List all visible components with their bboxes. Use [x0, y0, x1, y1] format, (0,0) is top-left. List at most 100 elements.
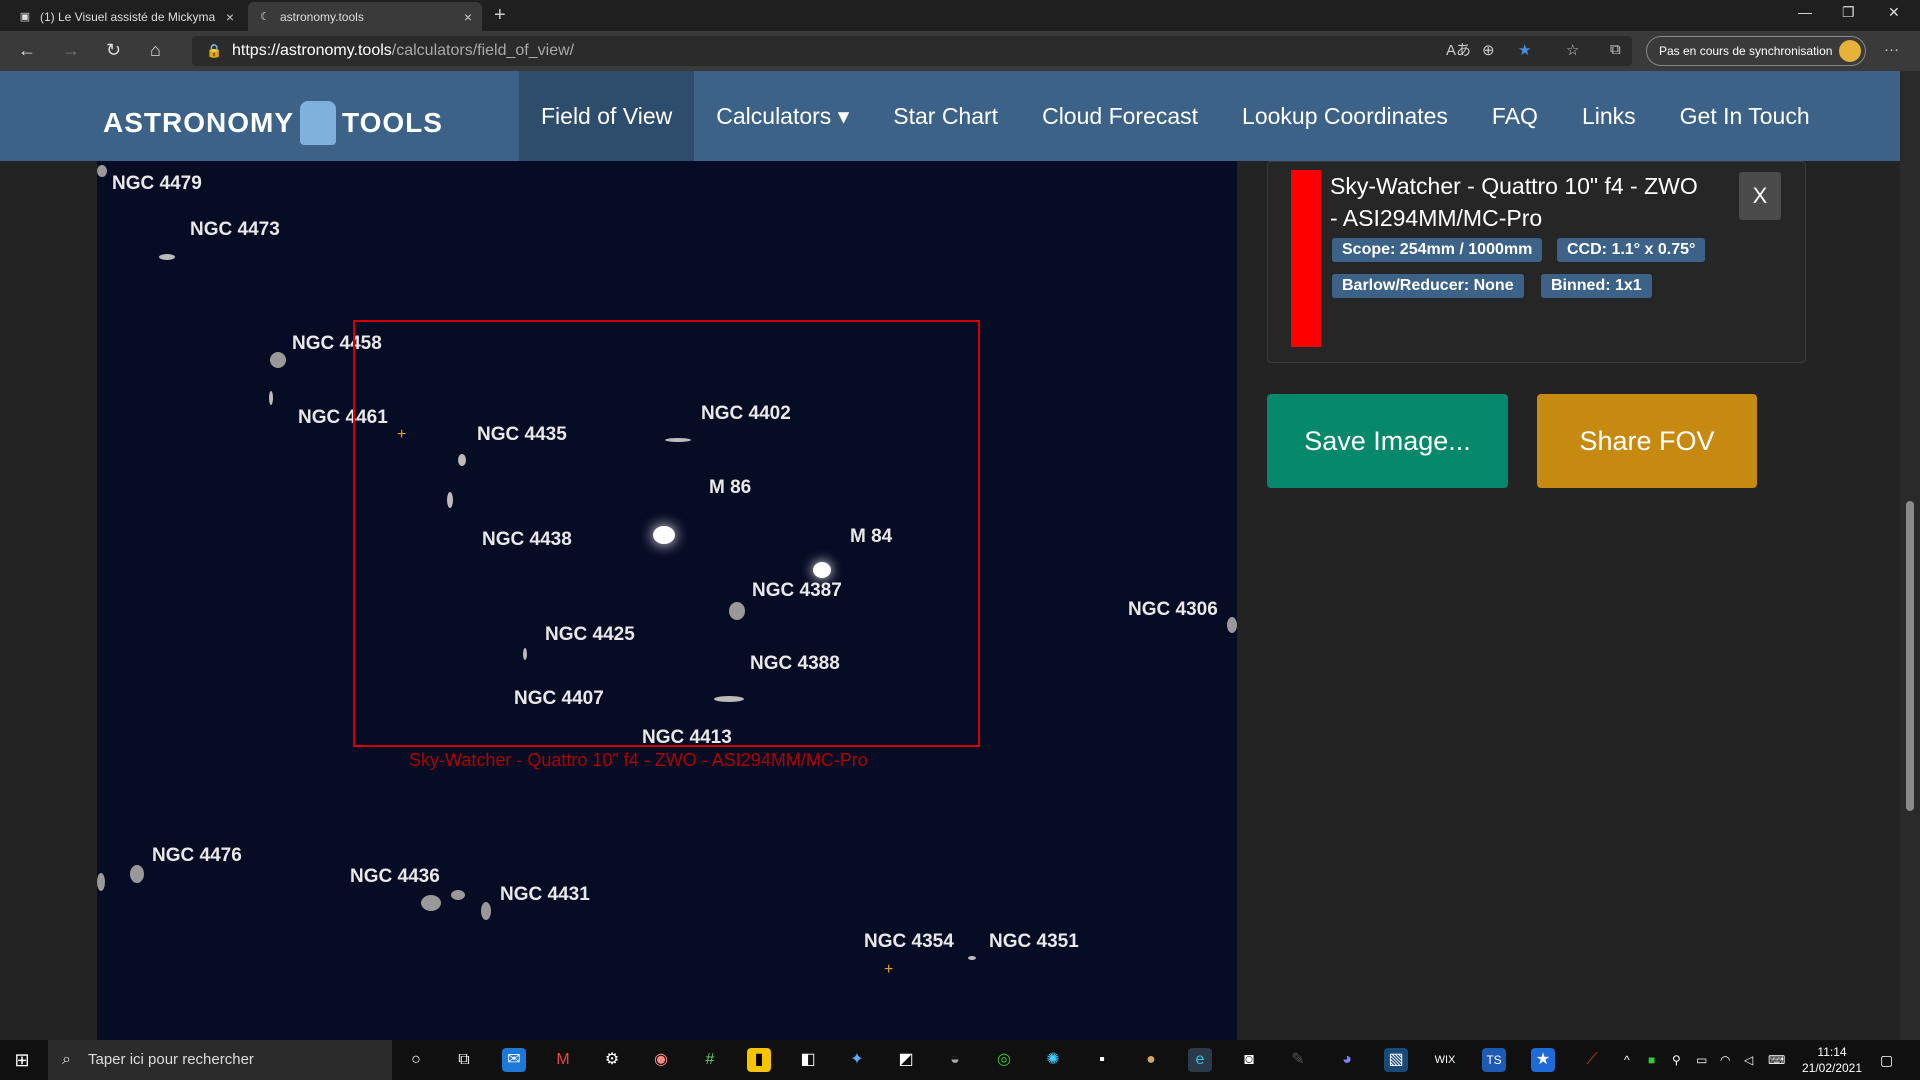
slack-icon[interactable]: #	[698, 1048, 722, 1072]
taskbar: ⊞ ⌕ Taper ici pour rechercher ○ ⧉ ✉ M ⚙ …	[0, 1040, 1920, 1080]
clock[interactable]: 11:14 21/02/2021	[1800, 1044, 1864, 1076]
app-icon[interactable]: ◎	[992, 1048, 1016, 1072]
tab-astronomy-tools[interactable]: ☾ astronomy.tools ×	[248, 2, 482, 31]
gmail-icon[interactable]: M	[551, 1048, 575, 1072]
discord-icon[interactable]: ◕	[1335, 1048, 1359, 1072]
equipment-card: Sky-Watcher - Quattro 10" f4 - ZWO - ASI…	[1267, 161, 1806, 363]
ccd-badge: CCD: 1.1° x 0.75°	[1557, 238, 1706, 262]
tab-visuel[interactable]: ▣ (1) Le Visuel assisté de Mickyma ×	[8, 2, 244, 31]
address-bar: ← → ↻ ⌂ 🔒 https://astronomy.tools/calcul…	[0, 31, 1920, 71]
url-field[interactable]: 🔒 https://astronomy.tools/calculators/fi…	[192, 36, 1632, 66]
app-icon[interactable]: ✺	[1041, 1048, 1065, 1072]
galaxy	[270, 352, 286, 368]
save-image-button[interactable]: Save Image...	[1267, 394, 1508, 488]
sync-button[interactable]: Pas en cours de synchronisation	[1646, 36, 1866, 66]
site-logo[interactable]: ASTRONOMY TOOLS	[103, 101, 443, 145]
app-icon[interactable]: ✎	[1286, 1048, 1310, 1072]
home-icon[interactable]: ⌂	[150, 40, 161, 61]
galaxy	[97, 165, 107, 177]
app-icon[interactable]: ◒	[943, 1048, 967, 1072]
settings-gear-icon[interactable]: ⚙	[600, 1048, 624, 1072]
back-icon[interactable]: ←	[18, 40, 36, 61]
menu-star-chart[interactable]: Star Chart	[871, 71, 1020, 161]
app-tray-icon[interactable]: ■	[1648, 1052, 1655, 1068]
sky-view[interactable]: NGC 4479 NGC 4473 NGC 4458 NGC 4461 NGC …	[97, 161, 1237, 1040]
galaxy	[269, 391, 273, 405]
collections-icon[interactable]: ⧉	[1610, 41, 1621, 58]
share-fov-button[interactable]: Share FOV	[1537, 394, 1757, 488]
snip-icon[interactable]: ◧	[796, 1048, 820, 1072]
app-icon[interactable]: ✦	[845, 1048, 869, 1072]
menu-lookup-coordinates[interactable]: Lookup Coordinates	[1220, 71, 1470, 161]
object-label: NGC 4476	[152, 845, 242, 866]
usb-icon[interactable]: ⚲	[1672, 1052, 1681, 1068]
app-icon[interactable]: ◙	[1237, 1048, 1261, 1072]
menu-get-in-touch[interactable]: Get In Touch	[1658, 71, 1832, 161]
close-tab-icon[interactable]: ×	[464, 9, 472, 25]
taskbar-search-input[interactable]: ⌕ Taper ici pour rechercher	[48, 1040, 392, 1080]
galaxy	[1227, 617, 1237, 633]
fov-label: Sky-Watcher - Quattro 10" f4 - ZWO - ASI…	[409, 750, 868, 770]
battery-icon[interactable]: ▭	[1696, 1052, 1707, 1068]
edge-icon[interactable]: e	[1188, 1048, 1212, 1072]
volume-icon[interactable]: ◁	[1744, 1052, 1753, 1068]
minimize-icon[interactable]: —	[1798, 4, 1812, 20]
barlow-badge: Barlow/Reducer: None	[1332, 274, 1524, 298]
more-icon[interactable]: ···	[1884, 41, 1899, 58]
app-icon[interactable]: ★	[1531, 1048, 1555, 1072]
menu-field-of-view[interactable]: Field of View	[519, 71, 695, 161]
app-icon[interactable]: TS	[1482, 1048, 1506, 1072]
app-icon[interactable]: ▪	[1090, 1048, 1114, 1072]
object-label: NGC 4431	[500, 884, 590, 905]
task-view-icon[interactable]: ⧉	[452, 1048, 476, 1072]
app-icon[interactable]: ▧	[1384, 1048, 1408, 1072]
new-tab-icon[interactable]: +	[494, 4, 506, 27]
clock-date: 21/02/2021	[1801, 1061, 1863, 1075]
zoom-icon[interactable]: ⊕	[1482, 36, 1495, 66]
keyboard-icon[interactable]: ⌨	[1768, 1052, 1785, 1068]
refresh-icon[interactable]: ↻	[106, 40, 121, 61]
close-tab-icon[interactable]: ×	[226, 9, 234, 25]
cortana-icon[interactable]: ○	[404, 1048, 428, 1072]
fov-rectangle	[353, 320, 980, 747]
windows-start-icon[interactable]: ⊞	[10, 1048, 34, 1072]
scope-badge: Scope: 254mm / 1000mm	[1332, 238, 1543, 262]
wifi-icon[interactable]: ◠	[1720, 1052, 1730, 1068]
favorites-icon[interactable]: ☆	[1566, 41, 1579, 59]
app-icon[interactable]: ●	[1139, 1048, 1163, 1072]
app-icon[interactable]: ◉	[649, 1048, 673, 1072]
sticky-notes-icon[interactable]: ▮	[747, 1048, 771, 1072]
read-aloud-icon[interactable]: Aあ	[1446, 36, 1471, 66]
equipment-title: Sky-Watcher - Quattro 10" f4 - ZWO - ASI…	[1330, 173, 1698, 231]
favorite-star-icon[interactable]: ★	[1518, 36, 1531, 66]
object-label: NGC 4436	[350, 866, 440, 887]
tab-title: astronomy.tools	[280, 9, 364, 24]
mail-icon[interactable]: ✉	[502, 1048, 526, 1072]
galaxy	[159, 254, 175, 260]
forward-icon[interactable]: →	[62, 40, 80, 61]
app-icon[interactable]: ⟋	[1580, 1048, 1604, 1072]
scrollbar[interactable]	[1900, 71, 1920, 1040]
fov-color-swatch	[1291, 170, 1321, 347]
lock-icon: 🔒	[206, 43, 223, 58]
menu-cloud-forecast[interactable]: Cloud Forecast	[1020, 71, 1220, 161]
scrollbar-thumb[interactable]	[1906, 501, 1914, 811]
app-icon[interactable]: ◩	[894, 1048, 918, 1072]
galaxy	[421, 895, 441, 911]
url-host: https://astronomy.tools	[232, 42, 392, 59]
galaxy	[968, 956, 976, 960]
menu-faq[interactable]: FAQ	[1470, 71, 1560, 161]
restore-icon[interactable]: ❐	[1842, 4, 1855, 21]
object-label: NGC 4479	[112, 173, 202, 194]
chevron-up-icon[interactable]: ^	[1624, 1052, 1630, 1068]
menu-calculators[interactable]: Calculators ▾	[694, 71, 871, 161]
notification-icon[interactable]: ▢	[1880, 1052, 1893, 1068]
wix-icon[interactable]: WIX	[1433, 1048, 1457, 1072]
tab-bar: ▣ (1) Le Visuel assisté de Mickyma × ☾ a…	[0, 0, 1920, 31]
site-header: ASTRONOMY TOOLS Field of View Calculator…	[0, 71, 1900, 161]
remove-button[interactable]: X	[1739, 172, 1781, 220]
avatar	[1839, 40, 1861, 62]
menu-links[interactable]: Links	[1560, 71, 1658, 161]
close-window-icon[interactable]: ✕	[1888, 4, 1900, 21]
tab-title: (1) Le Visuel assisté de Mickyma	[40, 9, 216, 24]
